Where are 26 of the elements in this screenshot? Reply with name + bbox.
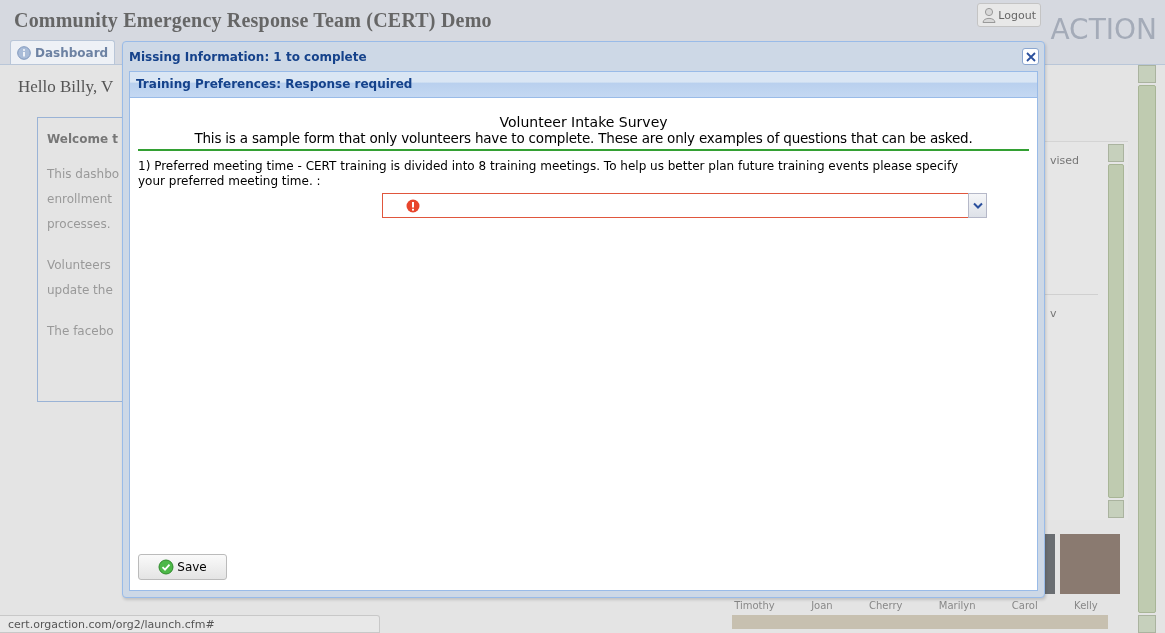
text-line: update the [47,282,113,299]
panel-text: v [1050,307,1057,320]
dialog-title: Missing Information: 1 to complete [129,49,367,64]
text-line: processes. [47,216,111,233]
text-line: This dashbo [47,166,120,183]
card-heading: Welcome t [47,132,118,146]
form-subtitle: This is a sample form that only volunteers have to complete. These are only examples of questions that can be asked. [193,130,974,146]
panel-text: vised [1050,154,1080,167]
tab[interactable]: Dashboard [10,40,116,64]
text-line: enrollment [47,191,113,208]
text-line: The facebo [47,323,114,340]
greeting: Hello Billy, V [18,77,114,97]
person-name: Marilyn [938,600,976,611]
person-name: Timothy [734,600,775,611]
question-label: 1) Preferred meeting time - CERT training is divided into 8 training meetings. To help us better plan future training events please specify your preferred meeting time. : [138,159,959,189]
person-name: Joan [811,600,833,611]
section-header: Training Preferences: Response required [130,72,1037,98]
person-name: Carol [1011,600,1038,611]
text-line: Volunteers [47,257,111,274]
person-name: Kelly [1074,600,1098,611]
app-title: Community Emergency Response Team (CERT) Demo [14,8,492,32]
logout-button[interactable]: Logout [977,3,1041,27]
status-bar: cert.orgaction.com/org2/launch.cfm# [0,615,380,633]
save-button[interactable]: Save [138,554,227,580]
person-name: Cherry [869,600,903,611]
form-title: Volunteer Intake Survey [498,114,669,130]
